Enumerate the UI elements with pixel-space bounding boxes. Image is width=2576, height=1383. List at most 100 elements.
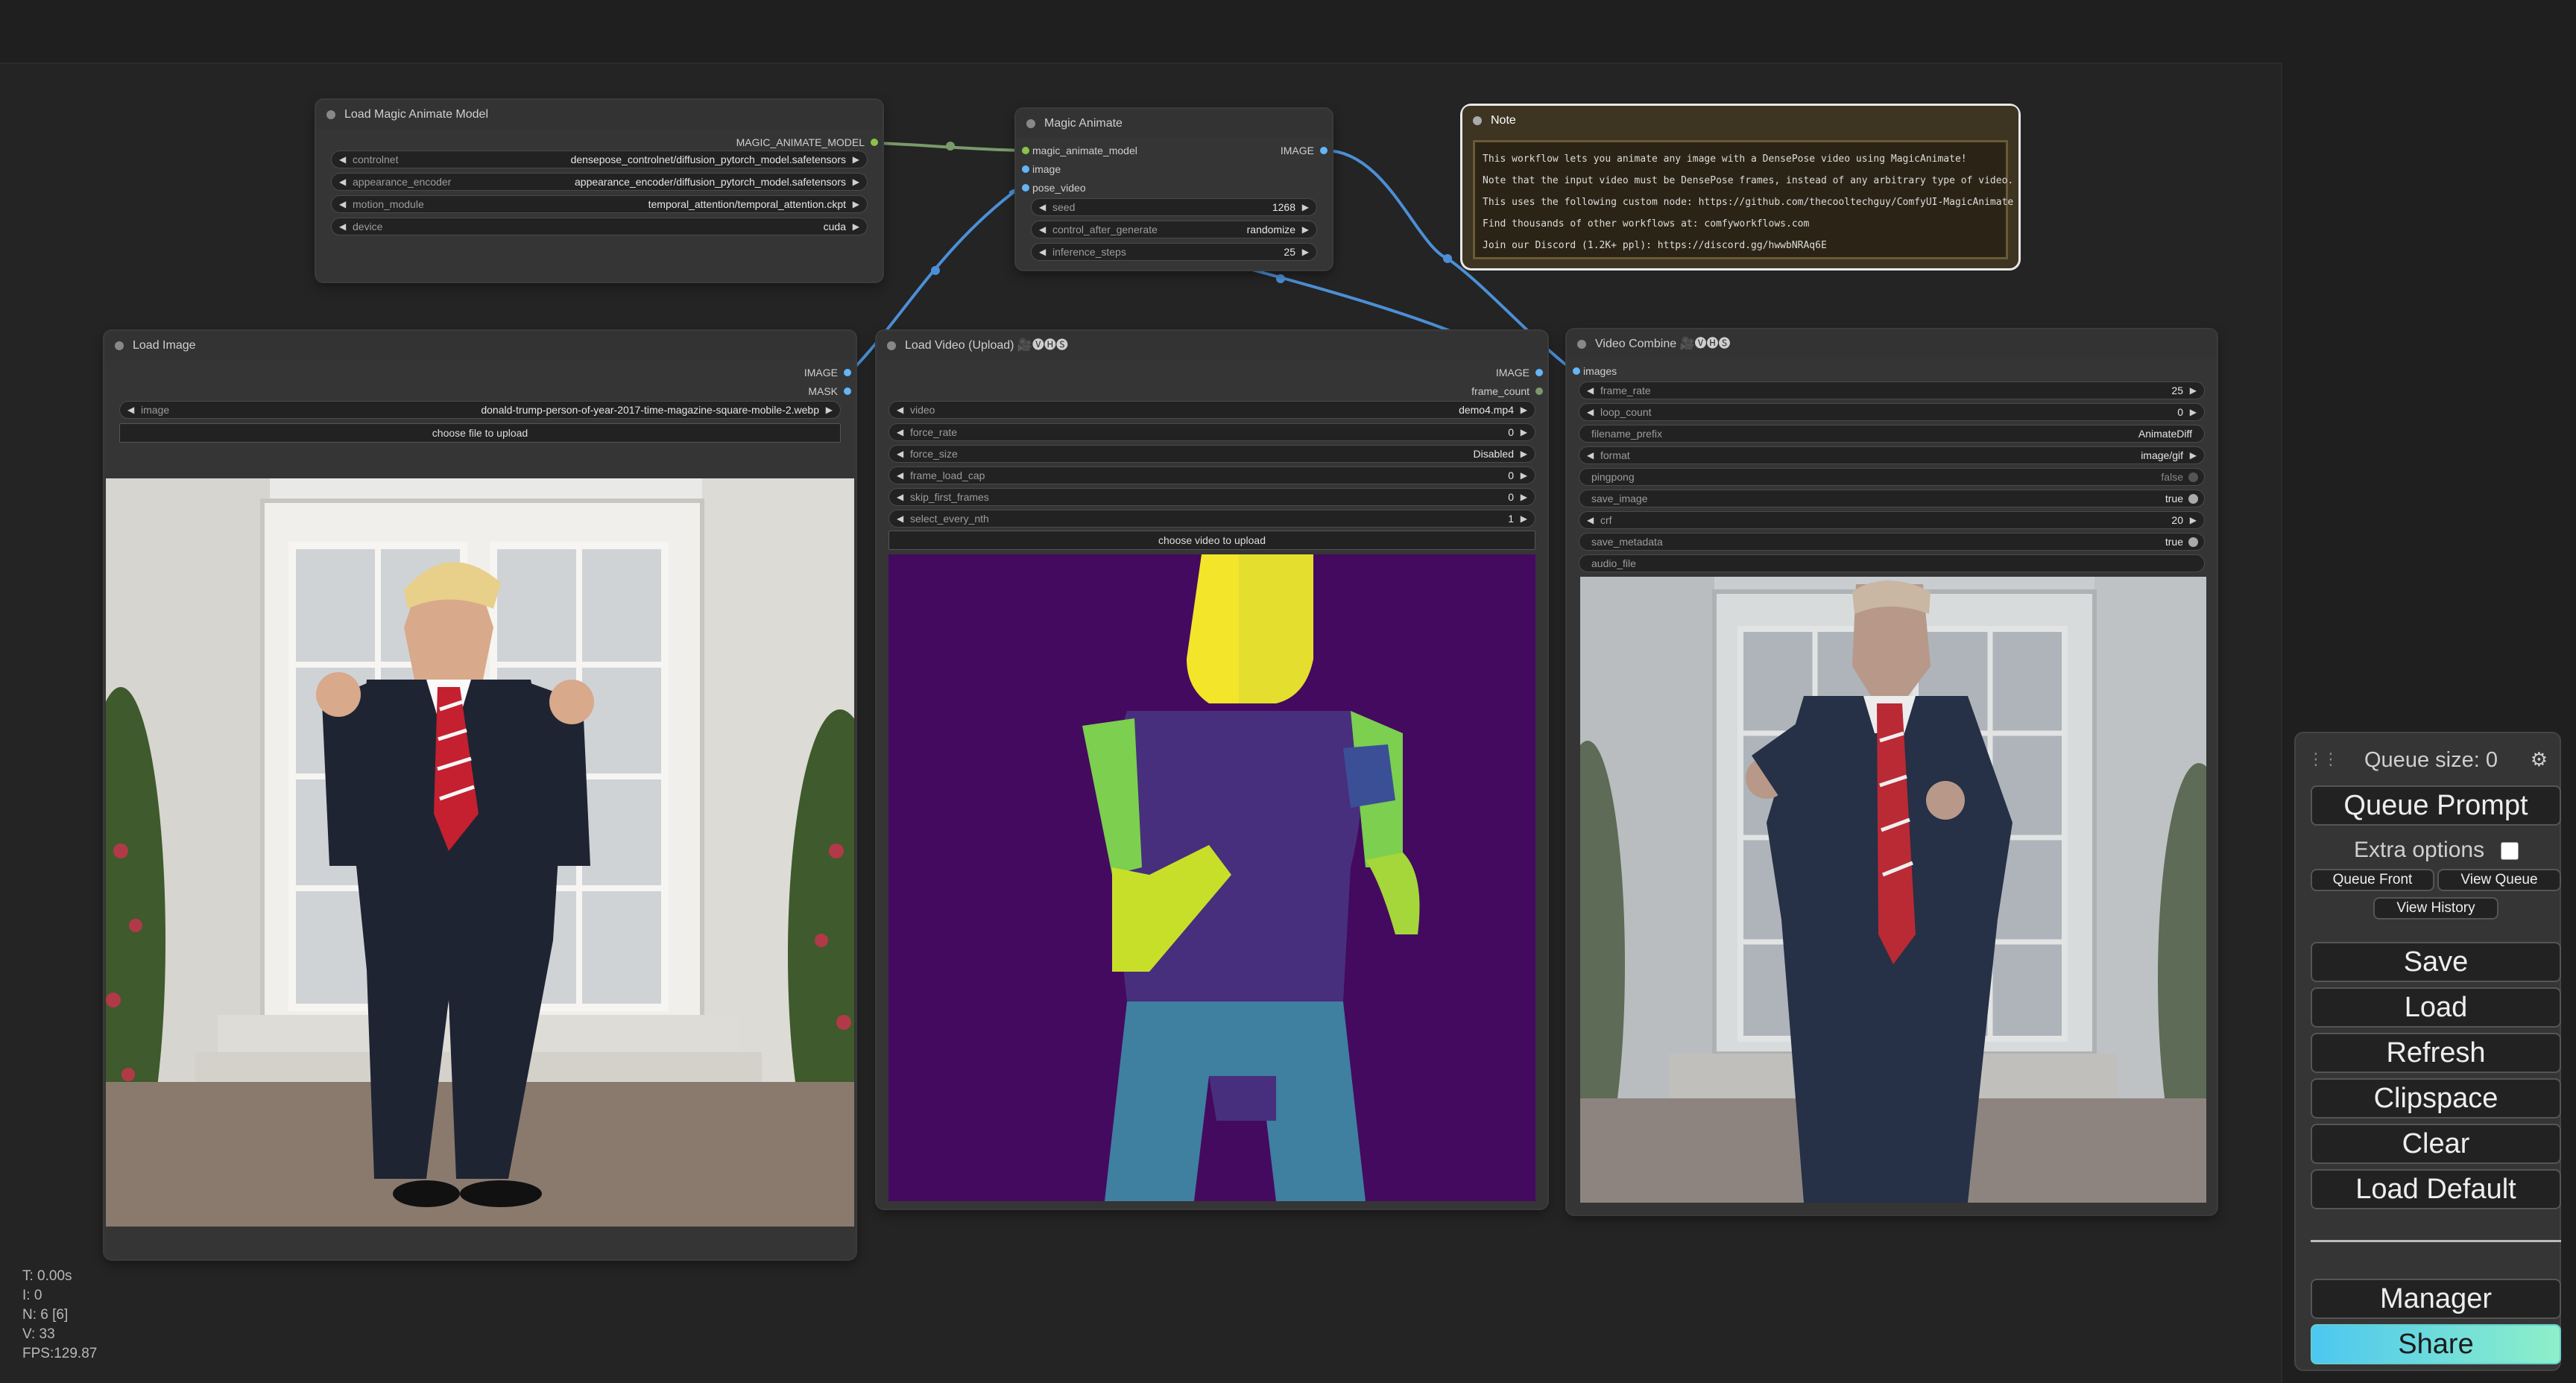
input-image[interactable]: image — [1022, 161, 1061, 177]
appearance-encoder-combo[interactable]: ◀ appearance_encoder appearance_encoder/… — [331, 173, 868, 191]
filename-prefix-text[interactable]: filename_prefix AnimateDiff — [1579, 425, 2205, 443]
node-title-bar[interactable]: Magic Animate — [1016, 109, 1332, 139]
collapse-dot-icon[interactable] — [887, 341, 896, 350]
choose-video-button[interactable]: choose video to upload — [888, 531, 1535, 550]
save-button[interactable]: Save — [2311, 942, 2561, 982]
force-rate-number[interactable]: ◀ force_rate 0 ▶ — [888, 423, 1535, 441]
input-pin-icon[interactable] — [1573, 367, 1580, 375]
skip-first-frames-number[interactable]: ◀ skip_first_frames 0 ▶ — [888, 488, 1535, 506]
select-every-nth-number[interactable]: ◀ select_every_nth 1 ▶ — [888, 510, 1535, 528]
choose-file-button[interactable]: choose file to upload — [119, 423, 841, 443]
arrow-left-icon[interactable]: ◀ — [897, 446, 903, 462]
collapse-dot-icon[interactable] — [326, 110, 335, 119]
force-size-combo[interactable]: ◀ force_size Disabled ▶ — [888, 445, 1535, 463]
output-pin-icon[interactable] — [844, 369, 851, 376]
arrow-left-icon[interactable]: ◀ — [1587, 404, 1594, 420]
note-node[interactable]: Note This workflow lets you animate any … — [1462, 106, 2018, 268]
output-pin-icon[interactable] — [871, 139, 878, 146]
arrow-right-icon[interactable]: ▶ — [1302, 221, 1309, 238]
arrow-right-icon[interactable]: ▶ — [1521, 402, 1527, 418]
arrow-left-icon[interactable]: ◀ — [1039, 199, 1046, 215]
output-image[interactable]: IMAGE — [1281, 142, 1328, 159]
toggle-knob-icon[interactable] — [2188, 494, 2198, 504]
load-video-node[interactable]: Load Video (Upload) 🎥🅥🅗🅢 IMAGE frame_cou… — [877, 331, 1547, 1209]
output-pin-icon[interactable] — [844, 387, 851, 395]
arrow-right-icon[interactable]: ▶ — [853, 151, 859, 168]
save-image-toggle[interactable]: save_image true — [1579, 490, 2205, 507]
arrow-right-icon[interactable]: ▶ — [1521, 446, 1527, 462]
arrow-left-icon[interactable]: ◀ — [897, 510, 903, 527]
format-combo[interactable]: ◀ format image/gif ▶ — [1579, 446, 2205, 464]
arrow-right-icon[interactable]: ▶ — [853, 174, 859, 190]
output-image[interactable]: IMAGE — [804, 364, 851, 381]
device-combo[interactable]: ◀ device cuda ▶ — [331, 218, 868, 235]
queue-front-button[interactable]: Queue Front — [2311, 869, 2434, 891]
frame-rate-number[interactable]: ◀ frame_rate 25 ▶ — [1579, 382, 2205, 399]
queue-prompt-button[interactable]: Queue Prompt — [2311, 785, 2561, 826]
collapse-dot-icon[interactable] — [1473, 116, 1482, 125]
arrow-left-icon[interactable]: ◀ — [339, 174, 346, 190]
arrow-left-icon[interactable]: ◀ — [897, 402, 903, 418]
arrow-left-icon[interactable]: ◀ — [339, 218, 346, 235]
frame-load-cap-number[interactable]: ◀ frame_load_cap 0 ▶ — [888, 466, 1535, 484]
arrow-right-icon[interactable]: ▶ — [1302, 244, 1309, 260]
arrow-left-icon[interactable]: ◀ — [1587, 447, 1594, 463]
gear-icon[interactable]: ⚙ — [2531, 748, 2548, 771]
drag-handle-icon[interactable]: ⋮⋮ — [2308, 750, 2339, 769]
load-default-button[interactable]: Load Default — [2311, 1169, 2561, 1209]
arrow-right-icon[interactable]: ▶ — [853, 218, 859, 235]
loop-count-number[interactable]: ◀ loop_count 0 ▶ — [1579, 403, 2205, 421]
clear-button[interactable]: Clear — [2311, 1124, 2561, 1164]
crf-number[interactable]: ◀ crf 20 ▶ — [1579, 511, 2205, 529]
output-mask[interactable]: MASK — [808, 383, 851, 399]
arrow-left-icon[interactable]: ◀ — [1039, 221, 1046, 238]
arrow-left-icon[interactable]: ◀ — [897, 489, 903, 505]
save-metadata-toggle[interactable]: save_metadata true — [1579, 533, 2205, 551]
control-after-generate-combo[interactable]: ◀ control_after_generate randomize ▶ — [1031, 221, 1317, 238]
magic-animate-node[interactable]: Magic Animate magic_animate_model image … — [1016, 109, 1332, 270]
comfy-menu[interactable]: ⋮⋮ Queue size: 0 ⚙ Queue Prompt Extra op… — [2296, 733, 2561, 1370]
share-button[interactable]: Share — [2311, 1324, 2561, 1364]
controlnet-combo[interactable]: ◀ controlnet densepose_controlnet/diffus… — [331, 151, 868, 168]
collapse-dot-icon[interactable] — [1026, 119, 1035, 128]
input-pose-video[interactable]: pose_video — [1022, 180, 1086, 196]
arrow-left-icon[interactable]: ◀ — [897, 467, 903, 484]
node-title-bar[interactable]: Load Video (Upload) 🎥🅥🅗🅢 — [877, 331, 1547, 361]
note-textarea[interactable]: This workflow lets you animate any image… — [1473, 140, 2013, 259]
collapse-dot-icon[interactable] — [1577, 340, 1586, 349]
load-image-node[interactable]: Load Image IMAGE MASK ◀ image donald-tru… — [104, 331, 856, 1259]
arrow-right-icon[interactable]: ▶ — [1521, 424, 1527, 440]
video-combo[interactable]: ◀ video demo4.mp4 ▶ — [888, 401, 1535, 419]
image-combo[interactable]: ◀ image donald-trump-person-of-year-2017… — [119, 401, 841, 419]
node-title-bar[interactable]: Load Magic Animate Model — [316, 100, 883, 130]
arrow-right-icon[interactable]: ▶ — [1521, 489, 1527, 505]
input-magic-animate-model[interactable]: magic_animate_model — [1022, 142, 1137, 159]
arrow-right-icon[interactable]: ▶ — [1302, 199, 1309, 215]
toggle-knob-icon[interactable] — [2188, 537, 2198, 547]
collapse-dot-icon[interactable] — [115, 341, 124, 350]
node-title-bar[interactable]: Video Combine 🎥🅥🅗🅢 — [1567, 329, 2217, 359]
clipspace-button[interactable]: Clipspace — [2311, 1078, 2561, 1118]
arrow-left-icon[interactable]: ◀ — [339, 151, 346, 168]
output-pin-icon[interactable] — [1535, 387, 1543, 395]
input-pin-icon[interactable] — [1022, 165, 1029, 173]
arrow-right-icon[interactable]: ▶ — [1521, 467, 1527, 484]
output-frame-count[interactable]: frame_count — [1471, 383, 1543, 399]
output-image[interactable]: IMAGE — [1496, 364, 1543, 381]
arrow-right-icon[interactable]: ▶ — [1521, 510, 1527, 527]
node-title-bar[interactable]: Load Image — [104, 331, 856, 361]
output-pin-icon[interactable] — [1535, 369, 1543, 376]
arrow-right-icon[interactable]: ▶ — [853, 196, 859, 212]
arrow-right-icon[interactable]: ▶ — [2190, 447, 2197, 463]
extra-options[interactable]: Extra options — [2354, 838, 2519, 863]
toggle-knob-icon[interactable] — [2188, 472, 2198, 482]
view-queue-button[interactable]: View Queue — [2437, 869, 2561, 891]
inference-steps-number[interactable]: ◀ inference_steps 25 ▶ — [1031, 243, 1317, 261]
pingpong-toggle[interactable]: pingpong false — [1579, 468, 2205, 486]
output-magic-animate-model[interactable]: MAGIC_ANIMATE_MODEL — [736, 134, 878, 151]
arrow-right-icon[interactable]: ▶ — [2190, 512, 2197, 528]
arrow-left-icon[interactable]: ◀ — [339, 196, 346, 212]
arrow-left-icon[interactable]: ◀ — [1587, 382, 1594, 399]
arrow-right-icon[interactable]: ▶ — [2190, 382, 2197, 399]
arrow-right-icon[interactable]: ▶ — [2190, 404, 2197, 420]
